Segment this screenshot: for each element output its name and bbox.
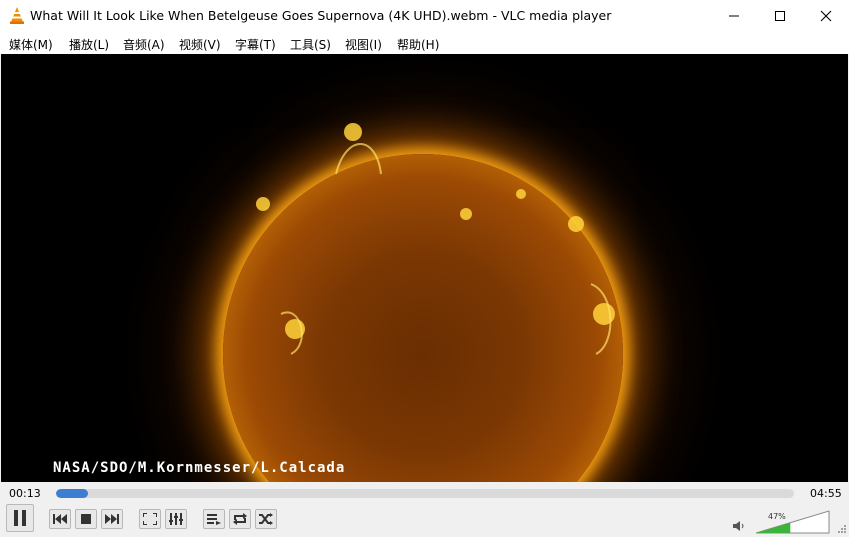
skip-next-icon xyxy=(105,514,119,524)
total-time: 04:55 xyxy=(810,487,842,500)
resize-grip-icon[interactable] xyxy=(838,525,846,533)
menu-tools[interactable]: 工具(S) xyxy=(290,36,331,53)
close-icon xyxy=(820,10,832,22)
fullscreen-icon xyxy=(143,513,157,525)
minimize-button[interactable] xyxy=(711,0,757,31)
loop-icon xyxy=(233,513,247,525)
vlc-cone-icon xyxy=(10,7,24,24)
menu-subtitle[interactable]: 字幕(T) xyxy=(235,36,276,53)
playlist-icon xyxy=(207,514,221,525)
control-panel: 00:13 04:55 47% xyxy=(0,482,849,537)
equalizer-icon xyxy=(169,513,183,525)
maximize-icon xyxy=(775,11,785,21)
shuffle-button[interactable] xyxy=(255,509,277,529)
stop-button[interactable] xyxy=(75,509,97,529)
shuffle-icon xyxy=(259,513,273,525)
menu-view[interactable]: 视图(I) xyxy=(345,36,382,53)
menu-playback[interactable]: 播放(L) xyxy=(69,36,109,53)
extended-settings-button[interactable] xyxy=(165,509,187,529)
menu-audio[interactable]: 音频(A) xyxy=(123,36,165,53)
loop-button[interactable] xyxy=(229,509,251,529)
playlist-button[interactable] xyxy=(203,509,225,529)
title-bar[interactable]: What Will It Look Like When Betelgeuse G… xyxy=(0,0,849,31)
speaker-icon[interactable] xyxy=(733,520,747,532)
video-watermark: NASA/SDO/M.Kornmesser/L.Calcada xyxy=(53,460,346,476)
next-button[interactable] xyxy=(101,509,123,529)
menu-video[interactable]: 视频(V) xyxy=(179,36,221,53)
pause-icon xyxy=(14,510,26,526)
stop-icon xyxy=(81,514,91,524)
minimize-icon xyxy=(729,15,739,17)
volume-slider[interactable] xyxy=(756,510,830,534)
window-title: What Will It Look Like When Betelgeuse G… xyxy=(30,8,612,23)
seek-bar[interactable] xyxy=(56,489,794,498)
seek-progress xyxy=(56,489,89,498)
close-button[interactable] xyxy=(803,0,849,31)
previous-button[interactable] xyxy=(49,509,71,529)
menu-help[interactable]: 帮助(H) xyxy=(397,36,439,53)
fullscreen-button[interactable] xyxy=(139,509,161,529)
solar-flares xyxy=(256,123,615,355)
menu-bar: 媒体(M) 播放(L) 音频(A) 视频(V) 字幕(T) 工具(S) 视图(I… xyxy=(0,31,849,54)
maximize-button[interactable] xyxy=(757,0,803,31)
skip-previous-icon xyxy=(53,514,67,524)
pause-button[interactable] xyxy=(6,504,34,532)
video-area[interactable]: NASA/SDO/M.Kornmesser/L.Calcada xyxy=(1,54,848,482)
elapsed-time: 00:13 xyxy=(9,487,41,500)
video-frame xyxy=(1,54,848,482)
menu-media[interactable]: 媒体(M) xyxy=(9,36,53,53)
